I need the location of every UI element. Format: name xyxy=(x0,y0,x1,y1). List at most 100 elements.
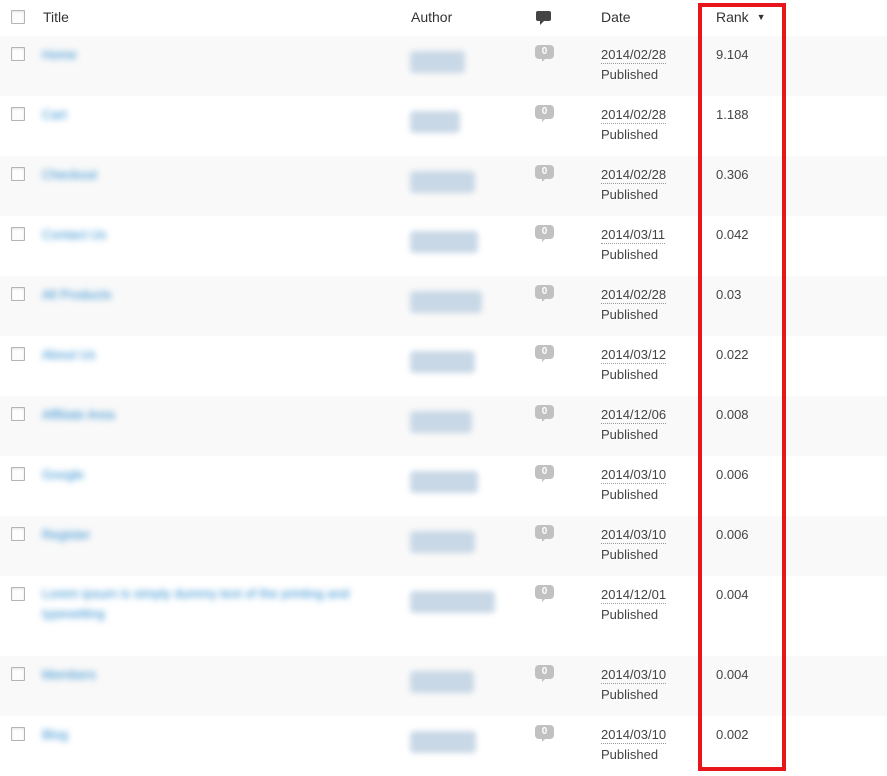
post-title-link[interactable]: All Products xyxy=(42,287,111,302)
post-title-link[interactable]: Blog xyxy=(42,727,68,742)
bubble-tail xyxy=(542,738,549,742)
post-title-link[interactable]: Register xyxy=(42,527,90,542)
table-row[interactable]: Contact Us 0 2014/03/11 Published 0.042 xyxy=(0,216,887,276)
row-checkbox[interactable] xyxy=(11,167,25,181)
post-date: 2014/02/28 xyxy=(601,287,667,304)
table-header: Title Author Date Rank ▼ xyxy=(0,0,887,37)
column-title-header[interactable]: Title xyxy=(43,9,69,25)
author-link[interactable] xyxy=(410,731,476,753)
comment-count-bubble[interactable]: 0 xyxy=(535,45,554,62)
row-checkbox[interactable] xyxy=(11,407,25,421)
post-rank: 0.042 xyxy=(716,227,749,242)
column-author-header[interactable]: Author xyxy=(411,9,452,25)
comment-count-bubble[interactable]: 0 xyxy=(535,225,554,242)
author-link[interactable] xyxy=(410,291,482,313)
table-row[interactable]: Blog 0 2014/03/10 Published 0.002 xyxy=(0,716,887,776)
column-rank-header[interactable]: Rank ▼ xyxy=(716,9,766,25)
comment-count-bubble[interactable]: 0 xyxy=(535,585,554,602)
post-rank: 0.004 xyxy=(716,667,749,682)
table-row[interactable]: Affiliate Area 0 2014/12/06 Published 0.008 xyxy=(0,396,887,456)
table-row[interactable]: All Products 0 2014/02/28 Published 0.03 xyxy=(0,276,887,336)
comment-count-bubble[interactable]: 0 xyxy=(535,725,554,742)
comment-count-bubble[interactable]: 0 xyxy=(535,665,554,682)
row-checkbox[interactable] xyxy=(11,527,25,541)
table-row[interactable]: Lorem ipsum is simply dummy text of the … xyxy=(0,576,887,656)
author-link[interactable] xyxy=(410,171,475,193)
select-all-checkbox[interactable] xyxy=(11,10,25,24)
author-link[interactable] xyxy=(410,531,475,553)
post-title-link[interactable]: Contact Us xyxy=(42,227,106,242)
rank-header-label: Rank xyxy=(716,9,749,25)
post-date-cell: 2014/03/10 Published xyxy=(601,527,667,563)
bubble-tail xyxy=(542,118,549,122)
bubble-tail xyxy=(542,58,549,62)
post-status: Published xyxy=(601,427,659,442)
table-row[interactable]: Google 0 2014/03/10 Published 0.006 xyxy=(0,456,887,516)
comment-count: 0 xyxy=(535,465,554,479)
comment-count-bubble[interactable]: 0 xyxy=(535,105,554,122)
comment-count-bubble[interactable]: 0 xyxy=(535,345,554,362)
post-rank: 0.008 xyxy=(716,407,749,422)
post-title-link[interactable]: Google xyxy=(42,467,84,482)
comment-count-bubble[interactable]: 0 xyxy=(535,525,554,542)
bubble-tail xyxy=(542,418,549,422)
table-row[interactable]: About Us 0 2014/03/12 Published 0.022 xyxy=(0,336,887,396)
author-link[interactable] xyxy=(410,51,465,73)
post-date-cell: 2014/02/28 Published xyxy=(601,287,667,323)
post-date-cell: 2014/03/10 Published xyxy=(601,727,667,763)
post-rank: 0.006 xyxy=(716,467,749,482)
post-rank: 0.306 xyxy=(716,167,749,182)
row-checkbox[interactable] xyxy=(11,227,25,241)
comment-count: 0 xyxy=(535,225,554,239)
comment-icon[interactable] xyxy=(536,10,551,26)
comment-count-bubble[interactable]: 0 xyxy=(535,165,554,182)
row-checkbox[interactable] xyxy=(11,667,25,681)
row-checkbox[interactable] xyxy=(11,47,25,61)
table-row[interactable]: Checkout 0 2014/02/28 Published 0.306 xyxy=(0,156,887,216)
post-rank: 0.022 xyxy=(716,347,749,362)
post-date-cell: 2014/02/28 Published xyxy=(601,47,667,83)
post-rank: 0.03 xyxy=(716,287,742,302)
row-checkbox[interactable] xyxy=(11,587,25,601)
row-checkbox[interactable] xyxy=(11,347,25,361)
comment-count-bubble[interactable]: 0 xyxy=(535,405,554,422)
post-title-link[interactable]: About Us xyxy=(42,347,95,362)
table-row[interactable]: Home 0 2014/02/28 Published 9.104 xyxy=(0,36,887,96)
post-rank: 1.188 xyxy=(716,107,749,122)
author-link[interactable] xyxy=(410,471,478,493)
table-row[interactable]: Members 0 2014/03/10 Published 0.004 xyxy=(0,656,887,716)
author-link[interactable] xyxy=(410,111,460,133)
author-link[interactable] xyxy=(410,411,472,433)
row-checkbox[interactable] xyxy=(11,287,25,301)
post-date: 2014/03/10 xyxy=(601,467,667,484)
author-link[interactable] xyxy=(410,671,474,693)
row-checkbox[interactable] xyxy=(11,107,25,121)
table-row[interactable]: Cart 0 2014/02/28 Published 1.188 xyxy=(0,96,887,156)
post-title-link[interactable]: Members xyxy=(42,667,96,682)
post-status: Published xyxy=(601,307,659,322)
column-date-header[interactable]: Date xyxy=(601,9,631,25)
comment-count: 0 xyxy=(535,345,554,359)
author-link[interactable] xyxy=(410,591,495,613)
post-date-cell: 2014/03/10 Published xyxy=(601,467,667,503)
comment-count-bubble[interactable]: 0 xyxy=(535,465,554,482)
post-date: 2014/03/10 xyxy=(601,527,667,544)
row-checkbox[interactable] xyxy=(11,467,25,481)
sort-desc-icon: ▼ xyxy=(756,12,766,22)
row-checkbox[interactable] xyxy=(11,727,25,741)
author-link[interactable] xyxy=(410,231,478,253)
comment-count: 0 xyxy=(535,525,554,539)
post-title-link[interactable]: Affiliate Area xyxy=(42,407,115,422)
bubble-tail xyxy=(542,678,549,682)
post-date-cell: 2014/03/11 Published xyxy=(601,227,666,263)
post-title-link[interactable]: Home xyxy=(42,47,77,62)
table-row[interactable]: Register 0 2014/03/10 Published 0.006 xyxy=(0,516,887,576)
comment-count-bubble[interactable]: 0 xyxy=(535,285,554,302)
post-title-link[interactable]: Lorem ipsum is simply dummy text of the … xyxy=(42,584,402,624)
post-title-link[interactable]: Cart xyxy=(42,107,67,122)
author-link[interactable] xyxy=(410,351,475,373)
comment-count: 0 xyxy=(535,105,554,119)
post-title-link[interactable]: Checkout xyxy=(42,167,97,182)
post-status: Published xyxy=(601,487,659,502)
post-status: Published xyxy=(601,547,659,562)
